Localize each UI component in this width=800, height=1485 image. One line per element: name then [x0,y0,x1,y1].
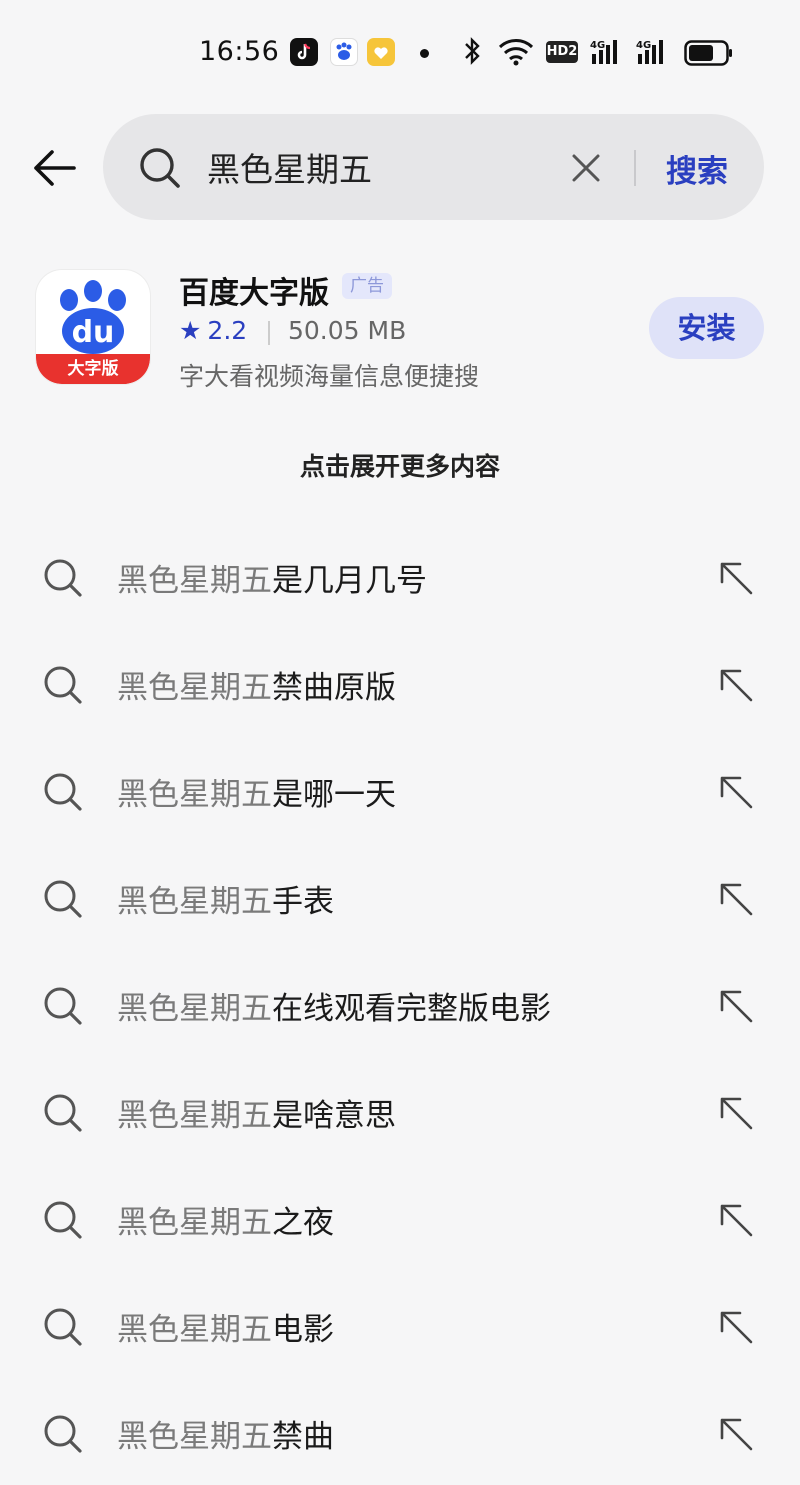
suggestion-item[interactable]: 黑色星期五电影 [0,1271,800,1378]
suggestion-prefix: 黑色星期五 [117,1419,272,1455]
fill-arrow-icon[interactable] [718,560,754,596]
clear-icon[interactable] [570,152,602,184]
fill-arrow-icon[interactable] [718,1202,754,1238]
suggestion-prefix: 黑色星期五 [117,1312,272,1348]
status-bar: 16:56 HD2 4G 4G [0,0,800,100]
suggestion-item[interactable]: 黑色星期五之夜 [0,1164,800,1271]
suggestion-text: 黑色星期五禁曲 [117,1411,334,1456]
fill-arrow-icon[interactable] [718,774,754,810]
status-time: 16:56 [199,36,280,67]
suggestion-suffix: 在线观看完整版电影 [272,991,551,1027]
divider [634,150,636,186]
suggestion-item[interactable]: 黑色星期五是几月几号 [0,522,800,629]
app-icon[interactable]: du 大字版 [36,270,150,384]
suggestion-prefix: 黑色星期五 [117,1205,272,1241]
suggestion-prefix: 黑色星期五 [117,670,272,706]
search-bar[interactable]: 搜索 [103,114,764,220]
baidu-icon [330,38,358,66]
app-size: 50.05 MB [288,316,407,345]
suggestion-prefix: 黑色星期五 [117,884,272,920]
suggestion-list: 黑色星期五是几月几号 黑色星期五禁曲原版 黑色星期五是哪一天 黑色星期五手表 黑… [0,522,800,1485]
fill-arrow-icon[interactable] [718,667,754,703]
suggestion-suffix: 禁曲 [272,1419,334,1455]
suggestion-text: 黑色星期五在线观看完整版电影 [117,983,551,1028]
app-rating: ★ 2.2 [179,316,247,345]
tiktok-icon [290,38,318,66]
suggestion-suffix: 之夜 [272,1205,334,1241]
search-icon [42,557,84,603]
meta-divider [268,321,270,345]
back-arrow-icon [34,150,76,186]
fill-arrow-icon[interactable] [718,988,754,1024]
svg-text:4G: 4G [636,40,651,51]
back-button[interactable] [30,146,78,190]
suggestion-text: 黑色星期五电影 [117,1304,334,1349]
search-icon [42,771,84,817]
expand-more-button[interactable]: 点击展开更多内容 [0,447,800,483]
suggestion-suffix: 是哪一天 [272,777,396,813]
notification-dot-icon [420,49,429,58]
suggestion-text: 黑色星期五之夜 [117,1197,334,1242]
search-button[interactable]: 搜索 [666,146,728,191]
logo-text: du [72,315,115,350]
search-icon [42,664,84,710]
suggestion-item[interactable]: 黑色星期五禁曲原版 [0,629,800,736]
fill-arrow-icon[interactable] [718,881,754,917]
app-name[interactable]: 百度大字版 [179,268,329,312]
search-icon [42,1306,84,1352]
suggestion-suffix: 是几月几号 [272,563,427,599]
fill-arrow-icon[interactable] [718,1095,754,1131]
suggestion-text: 黑色星期五是哪一天 [117,769,396,814]
suggestion-prefix: 黑色星期五 [117,777,272,813]
star-icon: ★ [179,316,202,345]
baidu-paw-logo: du [60,280,126,354]
suggestion-item[interactable]: 黑色星期五是啥意思 [0,1057,800,1164]
suggestion-suffix: 手表 [272,884,334,920]
suggestion-item[interactable]: 黑色星期五在线观看完整版电影 [0,950,800,1057]
suggestion-text: 黑色星期五是几月几号 [117,555,427,600]
wifi-icon [498,38,534,70]
search-icon [42,1199,84,1245]
suggestion-suffix: 是啥意思 [272,1098,396,1134]
suggestion-text: 黑色星期五手表 [117,876,334,921]
search-icon [138,146,182,194]
fill-arrow-icon[interactable] [718,1416,754,1452]
suggestion-prefix: 黑色星期五 [117,563,272,599]
ad-badge: 广告 [342,273,392,299]
suggestion-prefix: 黑色星期五 [117,1098,272,1134]
fill-arrow-icon[interactable] [718,1309,754,1345]
app-description: 字大看视频海量信息便捷搜 [179,362,480,391]
install-button[interactable]: 安装 [649,297,764,359]
suggestion-item[interactable]: 黑色星期五是哪一天 [0,736,800,843]
svg-text:4G: 4G [590,40,605,51]
search-icon [42,1092,84,1138]
suggestion-item[interactable]: 黑色星期五禁曲 [0,1378,800,1485]
search-icon [42,1413,84,1459]
suggestion-item[interactable]: 黑色星期五手表 [0,843,800,950]
suggestion-suffix: 禁曲原版 [272,670,396,706]
suggestion-text: 黑色星期五是啥意思 [117,1090,396,1135]
suggestion-prefix: 黑色星期五 [117,991,272,1027]
icon-ribbon: 大字版 [36,354,150,384]
signal-4g-icon: 4G [590,38,626,70]
suggestion-text: 黑色星期五禁曲原版 [117,662,396,707]
battery-icon [684,40,734,70]
search-icon [42,878,84,924]
bluetooth-icon [462,36,482,70]
rating-value: 2.2 [207,316,248,345]
hd-volte-icon: HD2 [546,41,578,63]
search-icon [42,985,84,1031]
heart-app-icon [367,38,395,66]
search-input[interactable] [207,142,547,192]
signal-4g-icon: 4G [636,38,672,70]
suggestion-suffix: 电影 [272,1312,334,1348]
